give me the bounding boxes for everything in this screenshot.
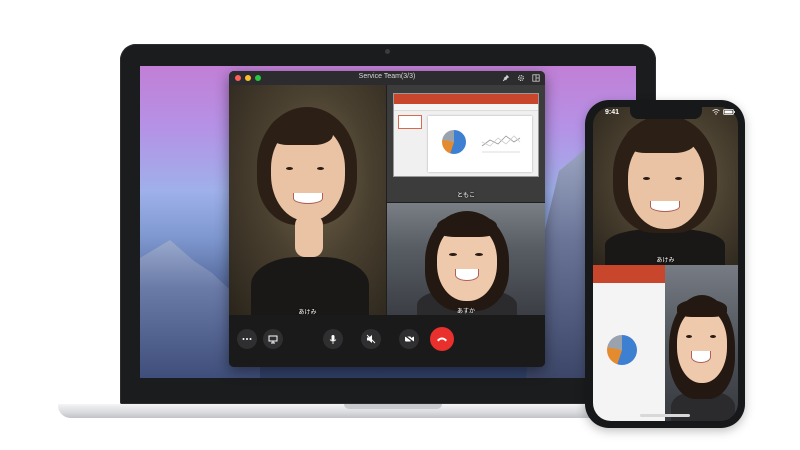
video-call-window: Service Team(3/3) あけみ ともこ あすか xyxy=(229,71,545,367)
participant-video-secondary xyxy=(387,203,545,315)
line-chart-graphic xyxy=(481,135,521,153)
video-off-icon xyxy=(404,335,414,343)
call-controls-bar xyxy=(229,315,545,367)
slide-thumbnail xyxy=(398,115,422,129)
participant-name-label: ともこ xyxy=(456,193,475,199)
phone-home-indicator[interactable] xyxy=(640,414,690,417)
screen-share-icon xyxy=(268,335,278,343)
status-bar-indicators xyxy=(712,109,735,115)
speaker-mute-icon xyxy=(366,334,376,344)
presentation-ribbon xyxy=(394,94,538,104)
phone-notch xyxy=(630,107,702,119)
screen-share-tile[interactable]: ともこ xyxy=(387,85,545,202)
presentation-ribbon xyxy=(593,265,665,283)
wifi-icon xyxy=(712,109,720,115)
shared-presentation xyxy=(393,93,539,177)
microphone-icon xyxy=(329,334,337,344)
window-title: Service Team(3/3) xyxy=(358,73,416,80)
screen-share-button[interactable] xyxy=(263,329,283,349)
phone-participant-tile-secondary[interactable] xyxy=(665,265,738,421)
phone-participant-video-main xyxy=(593,107,738,269)
laptop-opening-notch xyxy=(344,404,442,409)
more-icon xyxy=(242,338,252,340)
phone-screen-share-tile[interactable] xyxy=(593,265,665,421)
speaker-mute-button[interactable] xyxy=(361,329,381,349)
participant-name-label: あすか xyxy=(456,309,475,315)
participant-video-main xyxy=(229,85,386,315)
pie-chart-graphic xyxy=(607,335,637,365)
battery-icon xyxy=(723,109,735,115)
phone-participant-tile-main[interactable]: あけみ xyxy=(593,107,738,269)
microphone-button[interactable] xyxy=(323,329,343,349)
pie-chart-graphic xyxy=(442,130,466,154)
participant-tile-secondary[interactable]: あすか xyxy=(387,203,545,315)
phone-screen: あけみ xyxy=(593,107,738,421)
pin-icon[interactable] xyxy=(501,73,511,83)
window-titlebar[interactable]: Service Team(3/3) xyxy=(229,71,545,85)
phone-participant-name-label: あけみ xyxy=(656,258,675,264)
slide-canvas xyxy=(428,116,532,172)
video-toggle-button[interactable] xyxy=(399,329,419,349)
presentation-toolbar xyxy=(394,104,538,111)
status-bar-time: 9:41 xyxy=(605,109,620,116)
end-call-icon xyxy=(437,337,447,341)
participant-name-label: あけみ xyxy=(298,310,317,315)
participant-tile-main[interactable]: あけみ xyxy=(229,85,386,315)
laptop-camera xyxy=(385,49,390,54)
end-call-button[interactable] xyxy=(430,327,454,351)
layout-icon[interactable] xyxy=(531,73,541,83)
phone-participant-video-secondary xyxy=(665,265,738,421)
gear-icon[interactable] xyxy=(516,73,526,83)
more-options-button[interactable] xyxy=(237,329,257,349)
